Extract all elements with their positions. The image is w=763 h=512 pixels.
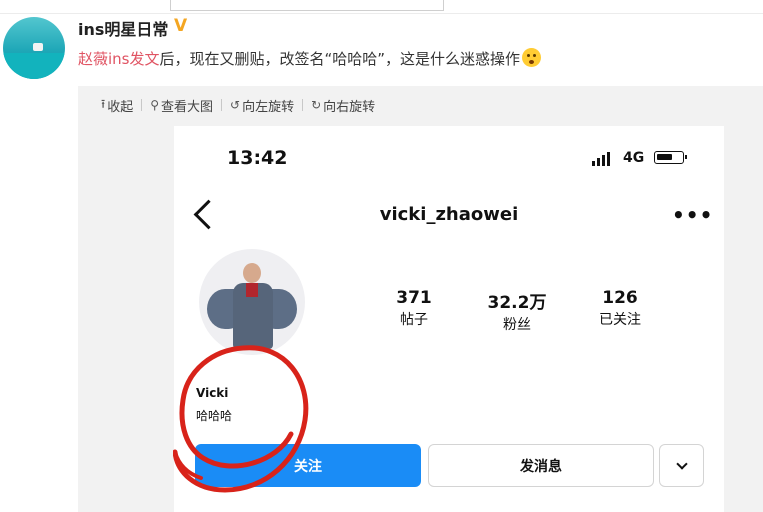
toolbar-separator	[221, 99, 223, 111]
view-large-button[interactable]: ⚲ 查看大图	[150, 96, 213, 115]
view-large-label: 查看大图	[161, 99, 214, 115]
stat-posts: 371 帖子	[374, 288, 454, 329]
stat-value: 126	[602, 288, 638, 308]
magnifier-icon: ⚲	[150, 98, 160, 112]
battery-icon	[654, 151, 687, 164]
toolbar-separator	[302, 99, 304, 111]
user-avatar[interactable]	[3, 17, 65, 79]
suggestions-dropdown-button	[659, 444, 704, 487]
post-username[interactable]: ins明星日常	[78, 16, 168, 40]
collapse-icon: ⭱	[101, 96, 106, 111]
network-label: 4G	[623, 150, 645, 166]
stat-value: 32.2万	[487, 293, 547, 313]
profile-username: vicki_zhaowei	[379, 204, 519, 225]
rotate-right-button[interactable]: ↻ 向右旋转	[311, 96, 375, 115]
stat-followers: 32.2万 粉丝	[477, 288, 557, 334]
profile-picture	[199, 249, 305, 355]
bio-name: Vicki	[196, 386, 229, 400]
collapse-label: 收起	[107, 99, 134, 115]
avatar-sea	[3, 53, 65, 79]
top-divider	[0, 13, 763, 14]
stat-value: 371	[396, 288, 432, 308]
follow-button: 关注	[195, 444, 421, 487]
verified-icon: V	[174, 16, 188, 36]
rotate-right-icon: ↻	[311, 98, 322, 112]
search-box-edge[interactable]	[170, 0, 444, 11]
image-toolbar: ⭱ 收起 ⚲ 查看大图 ↺ 向左旋转 ↻ 向右旋转	[101, 95, 375, 115]
stat-label: 已关注	[599, 312, 641, 328]
mention-link[interactable]: 赵薇ins发文	[78, 50, 160, 68]
stat-label: 帖子	[400, 312, 428, 328]
stat-following: 126 已关注	[580, 288, 660, 329]
rotate-left-icon: ↺	[230, 98, 241, 112]
shocked-emoji-icon	[522, 48, 542, 67]
status-time: 13:42	[227, 147, 288, 169]
rotate-left-button[interactable]: ↺ 向左旋转	[230, 96, 294, 115]
avatar-boat	[33, 43, 43, 51]
post-text: 赵薇ins发文后，现在又删贴，改签名“哈哈哈”，这是什么迷惑操作	[78, 48, 542, 69]
post-body: 后，现在又删贴，改签名“哈哈哈”，这是什么迷惑操作	[159, 50, 521, 68]
message-button: 发消息	[428, 444, 654, 487]
chevron-down-icon	[675, 458, 688, 470]
instagram-screenshot[interactable]: 13:42 4G vicki_zhaowei ••• 371 帖子 32.2万 …	[174, 126, 724, 512]
rotate-right-label: 向右旋转	[323, 99, 376, 115]
collapse-button[interactable]: ⭱ 收起	[101, 95, 133, 116]
signal-icon	[592, 152, 610, 166]
toolbar-separator	[141, 99, 143, 111]
rotate-left-label: 向左旋转	[242, 99, 295, 115]
more-options-icon: •••	[672, 203, 714, 227]
bio-text: 哈哈哈	[196, 409, 233, 423]
stat-label: 粉丝	[503, 317, 531, 333]
